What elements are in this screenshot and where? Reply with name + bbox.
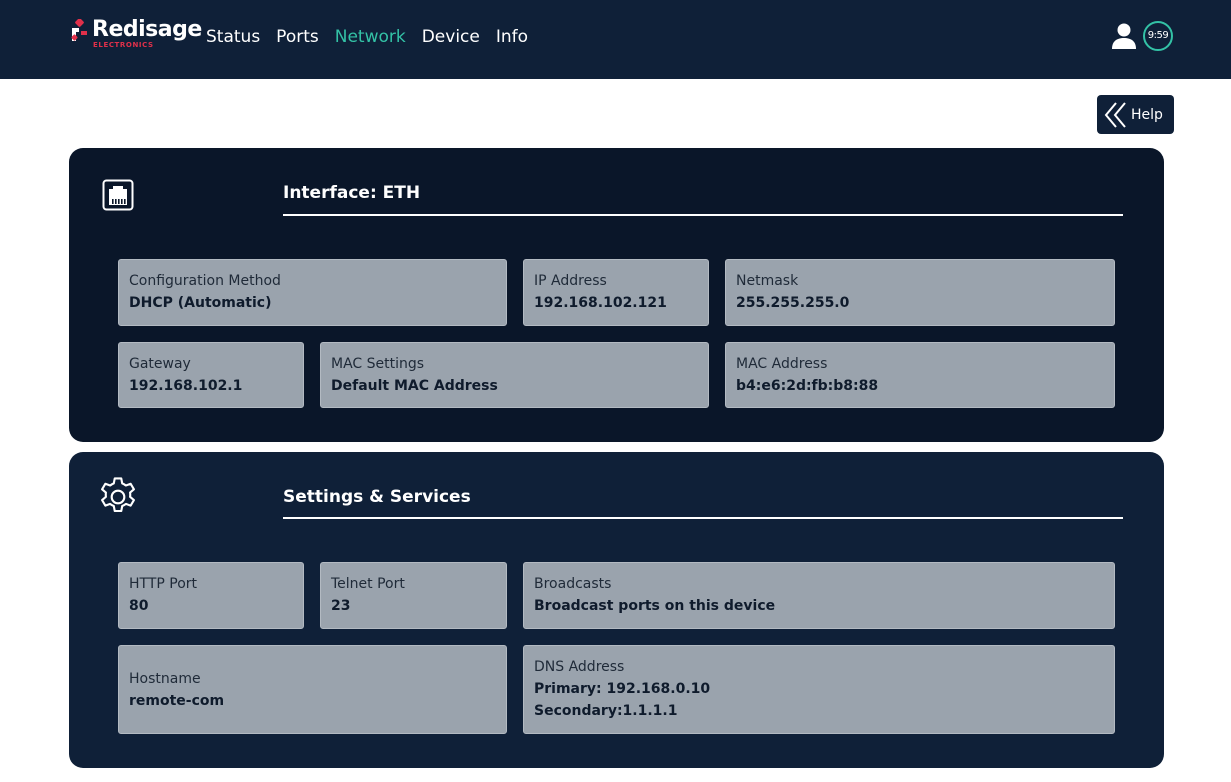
field-value: 255.255.255.0: [736, 295, 850, 311]
config-method-field[interactable]: Configuration Method DHCP (Automatic): [118, 259, 507, 326]
telnet-port-field[interactable]: Telnet Port 23: [320, 562, 507, 629]
broadcasts-field[interactable]: Broadcasts Broadcast ports on this devic…: [523, 562, 1115, 629]
field-label: DNS Address: [534, 659, 625, 675]
field-label: Hostname: [129, 671, 201, 687]
field-value: b4:e6:2d:fb:b8:88: [736, 378, 879, 394]
mac-address-field[interactable]: MAC Address b4:e6:2d:fb:b8:88: [725, 342, 1115, 408]
field-value: Default MAC Address: [331, 378, 498, 394]
brand-name: Redisage: [92, 17, 202, 42]
hostname-field[interactable]: Hostname remote-com: [118, 645, 507, 734]
field-value: 80: [129, 598, 149, 614]
interface-panel: Interface: ETH Configuration Method DHCP…: [69, 148, 1164, 442]
help-button[interactable]: Help: [1097, 95, 1174, 134]
field-label: MAC Settings: [331, 356, 425, 372]
title-divider: [283, 517, 1123, 519]
field-value: 23: [331, 598, 351, 614]
nav-item-info[interactable]: Info: [496, 26, 528, 48]
dns-secondary-value: Secondary:1.1.1.1: [534, 703, 678, 719]
panel-title: Interface: ETH: [283, 183, 421, 203]
nav-item-network[interactable]: Network: [335, 26, 406, 48]
dns-address-field[interactable]: DNS Address Primary: 192.168.0.10 Second…: [523, 645, 1115, 734]
nav-item-device[interactable]: Device: [422, 26, 480, 48]
top-navigation-bar: Redisage ELECTRONICS Status Ports Networ…: [0, 0, 1231, 79]
title-divider: [283, 214, 1123, 216]
session-timer: 9:59: [1143, 21, 1173, 51]
field-value: DHCP (Automatic): [129, 295, 272, 311]
field-value: Broadcast ports on this device: [534, 598, 776, 614]
field-label: IP Address: [534, 273, 607, 289]
nav-item-status[interactable]: Status: [206, 26, 260, 48]
field-value: 192.168.102.1: [129, 378, 243, 394]
brand-subtitle: ELECTRONICS: [93, 41, 154, 49]
brand-logo[interactable]: Redisage ELECTRONICS: [70, 17, 202, 53]
user-icon[interactable]: [1110, 22, 1138, 50]
panel-title: Settings & Services: [283, 487, 471, 507]
field-label: Broadcasts: [534, 576, 612, 592]
help-label: Help: [1131, 106, 1163, 123]
field-label: MAC Address: [736, 356, 828, 372]
netmask-field[interactable]: Netmask 255.255.255.0: [725, 259, 1115, 326]
dns-primary-value: Primary: 192.168.0.10: [534, 681, 711, 697]
field-label: Gateway: [129, 356, 191, 372]
nav-item-ports[interactable]: Ports: [276, 26, 319, 48]
field-label: HTTP Port: [129, 576, 198, 592]
main-nav: Status Ports Network Device Info: [206, 26, 528, 48]
ip-address-field[interactable]: IP Address 192.168.102.121: [523, 259, 709, 326]
ethernet-port-icon: [102, 179, 134, 211]
field-label: Telnet Port: [331, 576, 405, 592]
services-panel: Settings & Services HTTP Port 80 Telnet …: [69, 452, 1164, 768]
field-label: Configuration Method: [129, 273, 281, 289]
field-value: remote-com: [129, 693, 225, 709]
field-value: 192.168.102.121: [534, 295, 667, 311]
gear-icon: [101, 477, 135, 513]
field-label: Netmask: [736, 273, 799, 289]
http-port-field[interactable]: HTTP Port 80: [118, 562, 304, 629]
double-chevron-left-icon: [1104, 101, 1126, 128]
mac-settings-field[interactable]: MAC Settings Default MAC Address: [320, 342, 709, 408]
gateway-field[interactable]: Gateway 192.168.102.1: [118, 342, 304, 408]
brand-mark-icon: [71, 19, 87, 41]
